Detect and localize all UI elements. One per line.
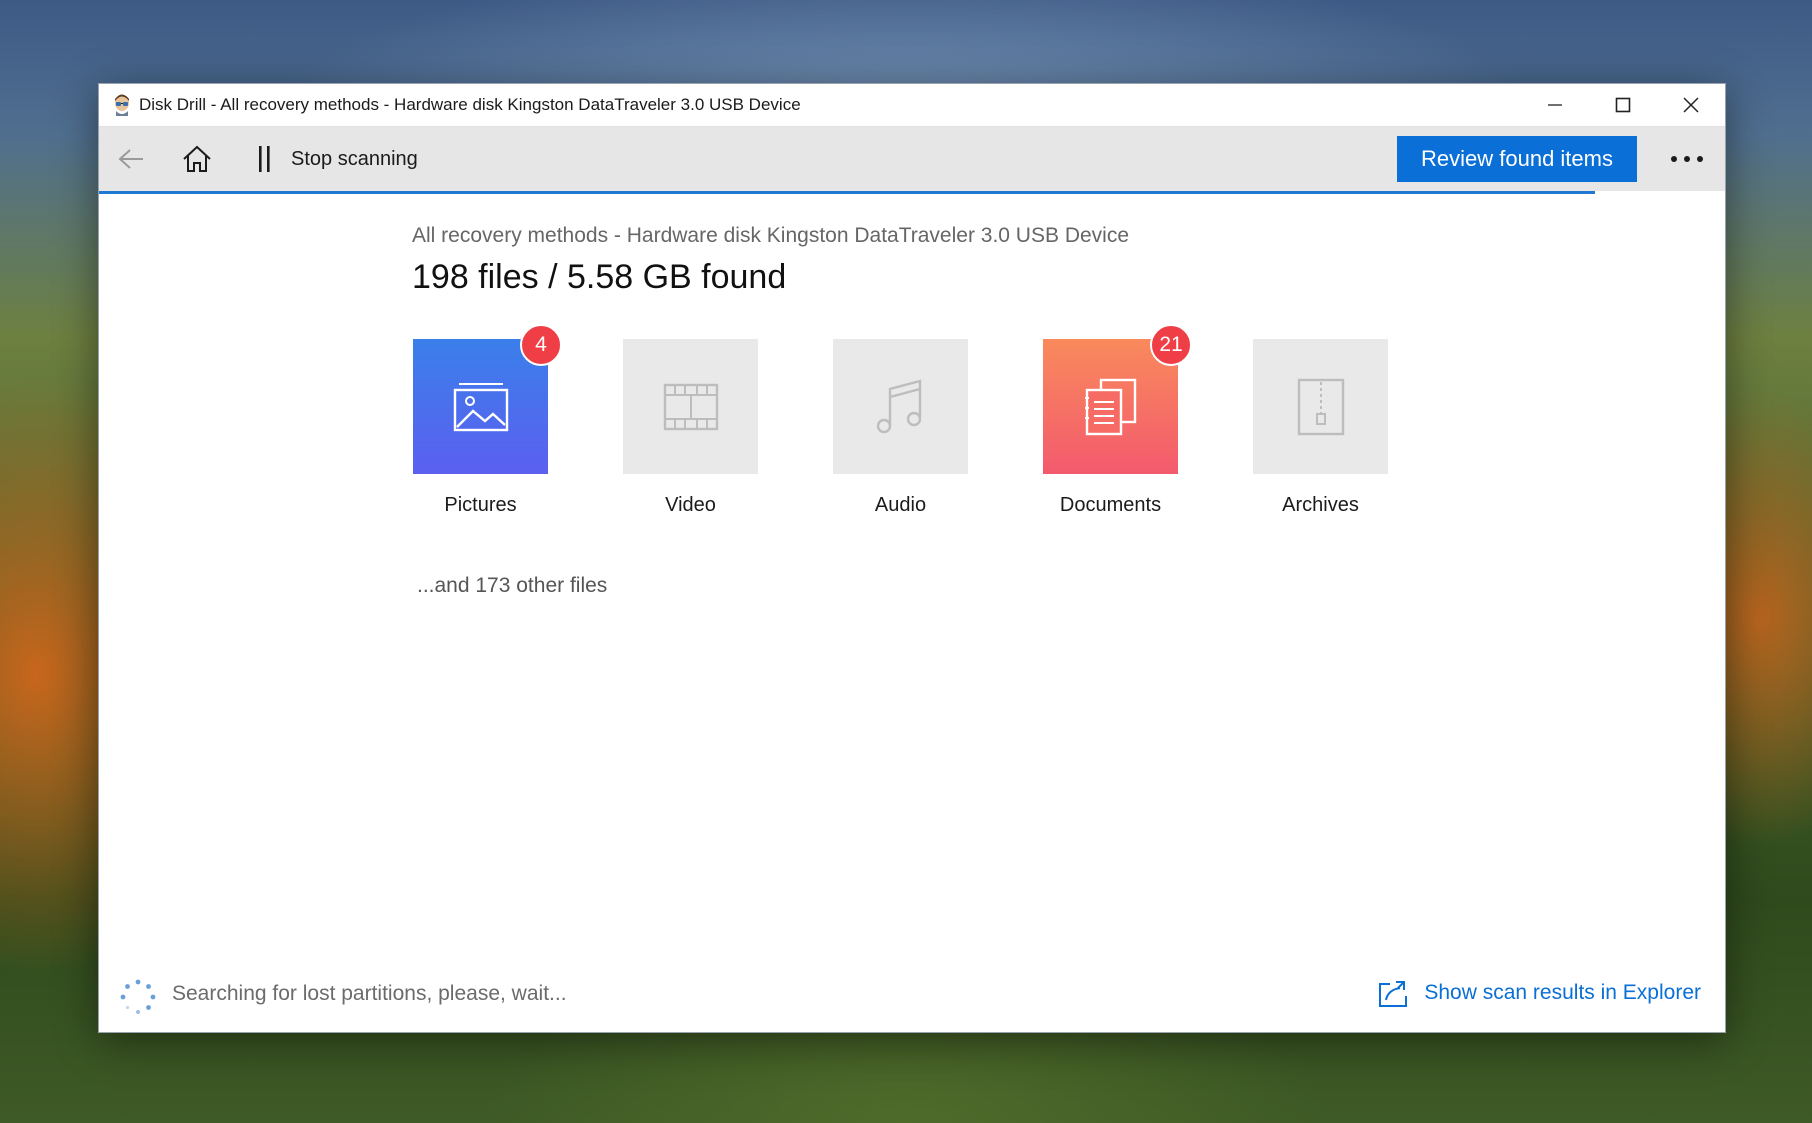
stop-scanning-button[interactable]: Stop scanning — [291, 148, 418, 171]
pause-icon — [259, 146, 270, 172]
found-summary: 198 files / 5.58 GB found — [412, 258, 787, 296]
disk-drill-app-icon — [115, 94, 129, 116]
loading-spinner-icon — [120, 979, 156, 1014]
more-options-button[interactable] — [1665, 139, 1709, 179]
archives-tile[interactable] — [1253, 339, 1388, 474]
video-tile[interactable] — [623, 339, 758, 474]
scan-status-text: Searching for lost partitions, please, w… — [172, 982, 567, 1005]
archives-label: Archives — [1282, 494, 1359, 516]
open-external-icon — [1379, 981, 1408, 1007]
archive-zipper-icon — [1297, 378, 1344, 435]
film-icon — [663, 383, 718, 430]
maximize-icon — [1615, 97, 1631, 113]
window-title: Disk Drill - All recovery methods - Hard… — [139, 95, 801, 114]
other-files-link[interactable]: ...and 173 other files — [417, 574, 607, 598]
audio-tile[interactable] — [833, 339, 968, 474]
music-note-icon — [876, 378, 921, 433]
toolbar: Stop scanning Review found items — [99, 127, 1725, 191]
audio-label: Audio — [874, 494, 927, 516]
minimize-button[interactable] — [1521, 84, 1589, 126]
scan-subtitle: All recovery methods - Hardware disk Kin… — [412, 224, 1130, 247]
pictures-count-badge: 4 — [520, 324, 562, 366]
category-tiles: 4 Pictures Video Audio 21 Documents Arch… — [413, 324, 1463, 517]
home-button[interactable] — [177, 139, 217, 179]
show-in-explorer-label: Show scan results in Explorer — [1424, 981, 1701, 1004]
category-audio[interactable]: Audio — [833, 339, 968, 517]
category-archives[interactable]: Archives — [1253, 339, 1388, 517]
home-icon — [183, 145, 211, 172]
documents-icon — [1084, 378, 1136, 435]
minimize-icon — [1548, 104, 1562, 106]
category-pictures[interactable]: 4 Pictures — [413, 324, 562, 517]
pictures-label: Pictures — [444, 494, 517, 516]
back-button[interactable] — [111, 139, 151, 179]
video-label: Video — [665, 494, 716, 516]
documents-count-badge: 21 — [1150, 324, 1192, 366]
main-content: All recovery methods - Hardware disk Kin… — [99, 194, 1725, 1032]
arrow-left-icon — [118, 149, 143, 169]
more-dots-icon — [1671, 156, 1703, 162]
close-icon — [1683, 97, 1699, 113]
status-bar: Searching for lost partitions, please, w… — [99, 974, 1725, 1018]
show-in-explorer-link[interactable]: Show scan results in Explorer — [1378, 978, 1701, 1008]
disk-drill-window: Disk Drill - All recovery methods - Hard… — [98, 83, 1726, 1033]
window-controls — [1521, 84, 1725, 126]
title-bar[interactable]: Disk Drill - All recovery methods - Hard… — [99, 84, 1725, 127]
review-found-items-button[interactable]: Review found items — [1397, 136, 1637, 182]
documents-label: Documents — [1059, 494, 1162, 516]
close-button[interactable] — [1657, 84, 1725, 126]
maximize-button[interactable] — [1589, 84, 1657, 126]
category-documents[interactable]: 21 Documents — [1043, 324, 1192, 517]
category-video[interactable]: Video — [623, 339, 758, 517]
image-icon — [453, 382, 508, 431]
pause-button[interactable] — [253, 139, 277, 179]
